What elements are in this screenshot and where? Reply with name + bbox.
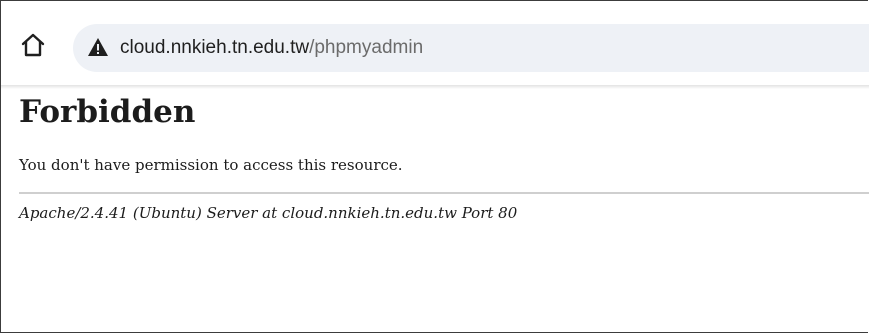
browser-toolbar: cloud.nnkieh.tn.edu.tw/phpmyadmin	[1, 1, 869, 85]
page-title: Forbidden	[19, 94, 196, 130]
home-button[interactable]	[19, 31, 47, 59]
home-icon	[21, 33, 45, 57]
url-path: /phpmyadmin	[309, 37, 424, 58]
server-signature: Apache/2.4.41 (Ubuntu) Server at cloud.n…	[19, 204, 518, 222]
url-host: cloud.nnkieh.tn.edu.tw	[120, 37, 310, 58]
address-bar[interactable]: cloud.nnkieh.tn.edu.tw/phpmyadmin	[73, 24, 869, 72]
browser-window: cloud.nnkieh.tn.edu.tw/phpmyadmin Forbid…	[0, 0, 869, 333]
divider	[19, 192, 869, 194]
address-url[interactable]: cloud.nnkieh.tn.edu.tw/phpmyadmin	[120, 36, 423, 60]
warning-triangle-icon[interactable]	[87, 37, 109, 57]
page-content: Forbidden You don't have permission to a…	[1, 89, 869, 332]
error-message: You don't have permission to access this…	[19, 156, 403, 174]
